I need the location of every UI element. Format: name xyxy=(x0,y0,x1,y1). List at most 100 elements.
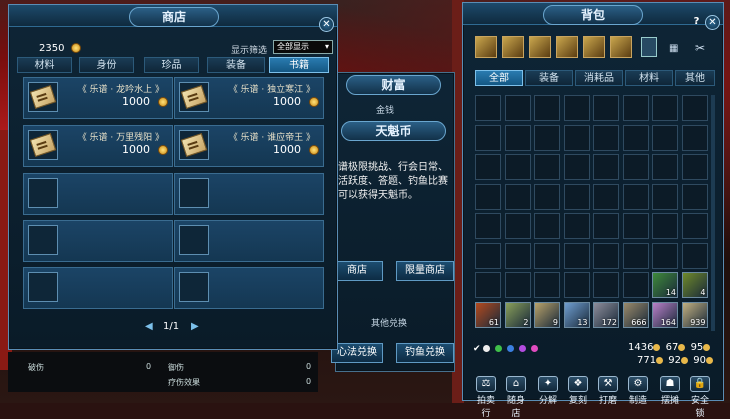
empty-bag-slot[interactable] xyxy=(475,95,501,121)
craft-button[interactable]: ⚙ 制造 xyxy=(625,376,651,406)
bag-item-slot[interactable]: 939 xyxy=(681,301,708,328)
bag-item-slot[interactable]: 9 xyxy=(534,301,560,328)
check-icon[interactable]: ✔ xyxy=(473,344,481,354)
page-next-button[interactable]: ▶ xyxy=(191,321,199,332)
grid-view-icon[interactable]: ▦ xyxy=(669,43,678,54)
tab-equipment[interactable]: 装备 xyxy=(525,70,573,86)
tab-materials[interactable]: 材料 xyxy=(625,70,673,86)
security-lock-button[interactable]: 🔒 安全锁 xyxy=(687,376,713,419)
empty-bag-slot[interactable] xyxy=(622,154,649,180)
empty-bag-slot[interactable] xyxy=(534,272,560,298)
equipped-item-slot[interactable] xyxy=(529,36,551,58)
fishing-exchange-button[interactable]: 钓鱼兑换 xyxy=(396,343,454,363)
tab-equipment[interactable]: 装备 xyxy=(207,57,265,73)
empty-bag-slot[interactable] xyxy=(681,124,708,151)
bag-item-slot[interactable]: 13 xyxy=(563,301,590,328)
empty-bag-slot[interactable] xyxy=(534,242,560,269)
empty-bag-slot[interactable] xyxy=(504,183,531,210)
shop-button[interactable]: 商店 xyxy=(331,261,383,281)
bag-item-slot[interactable]: 164 xyxy=(652,301,678,328)
empty-bag-slot[interactable] xyxy=(593,124,619,151)
equipped-item-slot[interactable] xyxy=(583,36,605,58)
empty-shop-slot[interactable] xyxy=(174,220,324,262)
stall-button[interactable]: ☗ 摆摊 xyxy=(657,376,683,406)
empty-bag-slot[interactable] xyxy=(622,124,649,151)
replicate-button[interactable]: ❖ 复刻 xyxy=(565,376,591,406)
empty-bag-slot[interactable] xyxy=(504,213,531,239)
auction-house-button[interactable]: ⚖ 拍卖行 xyxy=(473,376,499,419)
empty-bag-slot[interactable] xyxy=(563,95,590,121)
empty-bag-slot[interactable] xyxy=(504,95,531,121)
empty-bag-slot[interactable] xyxy=(593,95,619,121)
empty-bag-slot[interactable] xyxy=(652,213,678,239)
page-prev-button[interactable]: ◀ xyxy=(145,321,153,332)
bag-item-slot[interactable]: 172 xyxy=(593,301,619,328)
shop-item-slot[interactable]: 《 乐谱 · 独立寒江 》 1000 xyxy=(174,77,324,119)
empty-bag-slot[interactable] xyxy=(593,242,619,269)
empty-bag-slot[interactable] xyxy=(563,272,590,298)
shop-item-slot[interactable]: 《 乐谱 · 龙吟水上 》 1000 xyxy=(23,77,173,119)
tab-other[interactable]: 其他 xyxy=(675,70,715,86)
portable-shop-button[interactable]: ⌂ 随身店 xyxy=(503,376,529,419)
scissors-icon[interactable]: ✂ xyxy=(695,41,705,55)
empty-bag-slot[interactable] xyxy=(475,183,501,210)
empty-bag-slot[interactable] xyxy=(475,242,501,269)
empty-bag-slot[interactable] xyxy=(593,213,619,239)
empty-bag-slot[interactable] xyxy=(563,124,590,151)
empty-bag-slot[interactable] xyxy=(593,183,619,210)
tab-all[interactable]: 全部 xyxy=(475,70,523,86)
green-quality-toggle[interactable] xyxy=(495,345,503,352)
limited-shop-button[interactable]: 限量商店 xyxy=(396,261,454,281)
purple-quality-toggle[interactable] xyxy=(519,345,527,352)
empty-bag-slot[interactable] xyxy=(563,213,590,239)
help-button[interactable]: ? xyxy=(689,15,704,30)
empty-bag-slot[interactable] xyxy=(681,154,708,180)
white-quality-toggle[interactable] xyxy=(483,345,491,352)
empty-bag-slot[interactable] xyxy=(504,242,531,269)
empty-shop-slot[interactable] xyxy=(23,173,173,215)
empty-bag-slot[interactable] xyxy=(652,242,678,269)
shop-close-button[interactable]: ✕ xyxy=(319,17,334,32)
bag-close-button[interactable]: ✕ xyxy=(705,15,720,30)
empty-bag-slot[interactable] xyxy=(504,154,531,180)
empty-bag-slot[interactable] xyxy=(534,154,560,180)
empty-bag-slot[interactable] xyxy=(475,124,501,151)
shop-item-slot[interactable]: 《 乐谱 · 谁应帝王 》 1000 xyxy=(174,125,324,167)
empty-bag-slot[interactable] xyxy=(504,272,531,298)
equipped-item-slot[interactable] xyxy=(610,36,632,58)
bag-item-slot[interactable]: 2 xyxy=(504,301,531,328)
empty-bag-slot[interactable] xyxy=(652,183,678,210)
decompose-button[interactable]: ✦ 分解 xyxy=(535,376,561,406)
empty-shop-slot[interactable] xyxy=(23,267,173,309)
empty-bag-slot[interactable] xyxy=(622,183,649,210)
empty-bag-slot[interactable] xyxy=(681,95,708,121)
bag-item-slot[interactable]: 14 xyxy=(652,272,678,298)
empty-bag-slot[interactable] xyxy=(622,242,649,269)
heart-exchange-button[interactable]: 心法兑换 xyxy=(331,343,383,363)
bag-item-slot[interactable]: 4 xyxy=(681,272,708,298)
empty-bag-slot[interactable] xyxy=(622,95,649,121)
bag-item-slot[interactable]: 61 xyxy=(475,301,501,328)
empty-bag-slot[interactable] xyxy=(622,272,649,298)
empty-bag-slot[interactable] xyxy=(593,272,619,298)
equipped-item-slot[interactable] xyxy=(475,36,497,58)
empty-bag-slot[interactable] xyxy=(652,95,678,121)
empty-shop-slot[interactable] xyxy=(174,267,324,309)
empty-bag-slot[interactable] xyxy=(534,124,560,151)
tab-treasures[interactable]: 珍品 xyxy=(144,57,199,73)
empty-bag-slot[interactable] xyxy=(681,183,708,210)
tab-identity[interactable]: 身份 xyxy=(79,57,134,73)
blue-quality-toggle[interactable] xyxy=(507,345,515,352)
empty-shop-slot[interactable] xyxy=(174,173,324,215)
empty-bag-slot[interactable] xyxy=(681,213,708,239)
bag-item-slot[interactable]: 666 xyxy=(622,301,649,328)
empty-bag-slot[interactable] xyxy=(534,95,560,121)
tab-consumables[interactable]: 消耗品 xyxy=(575,70,623,86)
scrollbar[interactable] xyxy=(711,95,715,331)
empty-shop-slot[interactable] xyxy=(23,220,173,262)
filter-select[interactable]: 全部显示 ▾ xyxy=(273,40,333,54)
empty-bag-slot[interactable] xyxy=(563,242,590,269)
equipped-item-slot[interactable] xyxy=(502,36,524,58)
trash-icon[interactable] xyxy=(641,37,657,57)
equipped-item-slot[interactable] xyxy=(556,36,578,58)
